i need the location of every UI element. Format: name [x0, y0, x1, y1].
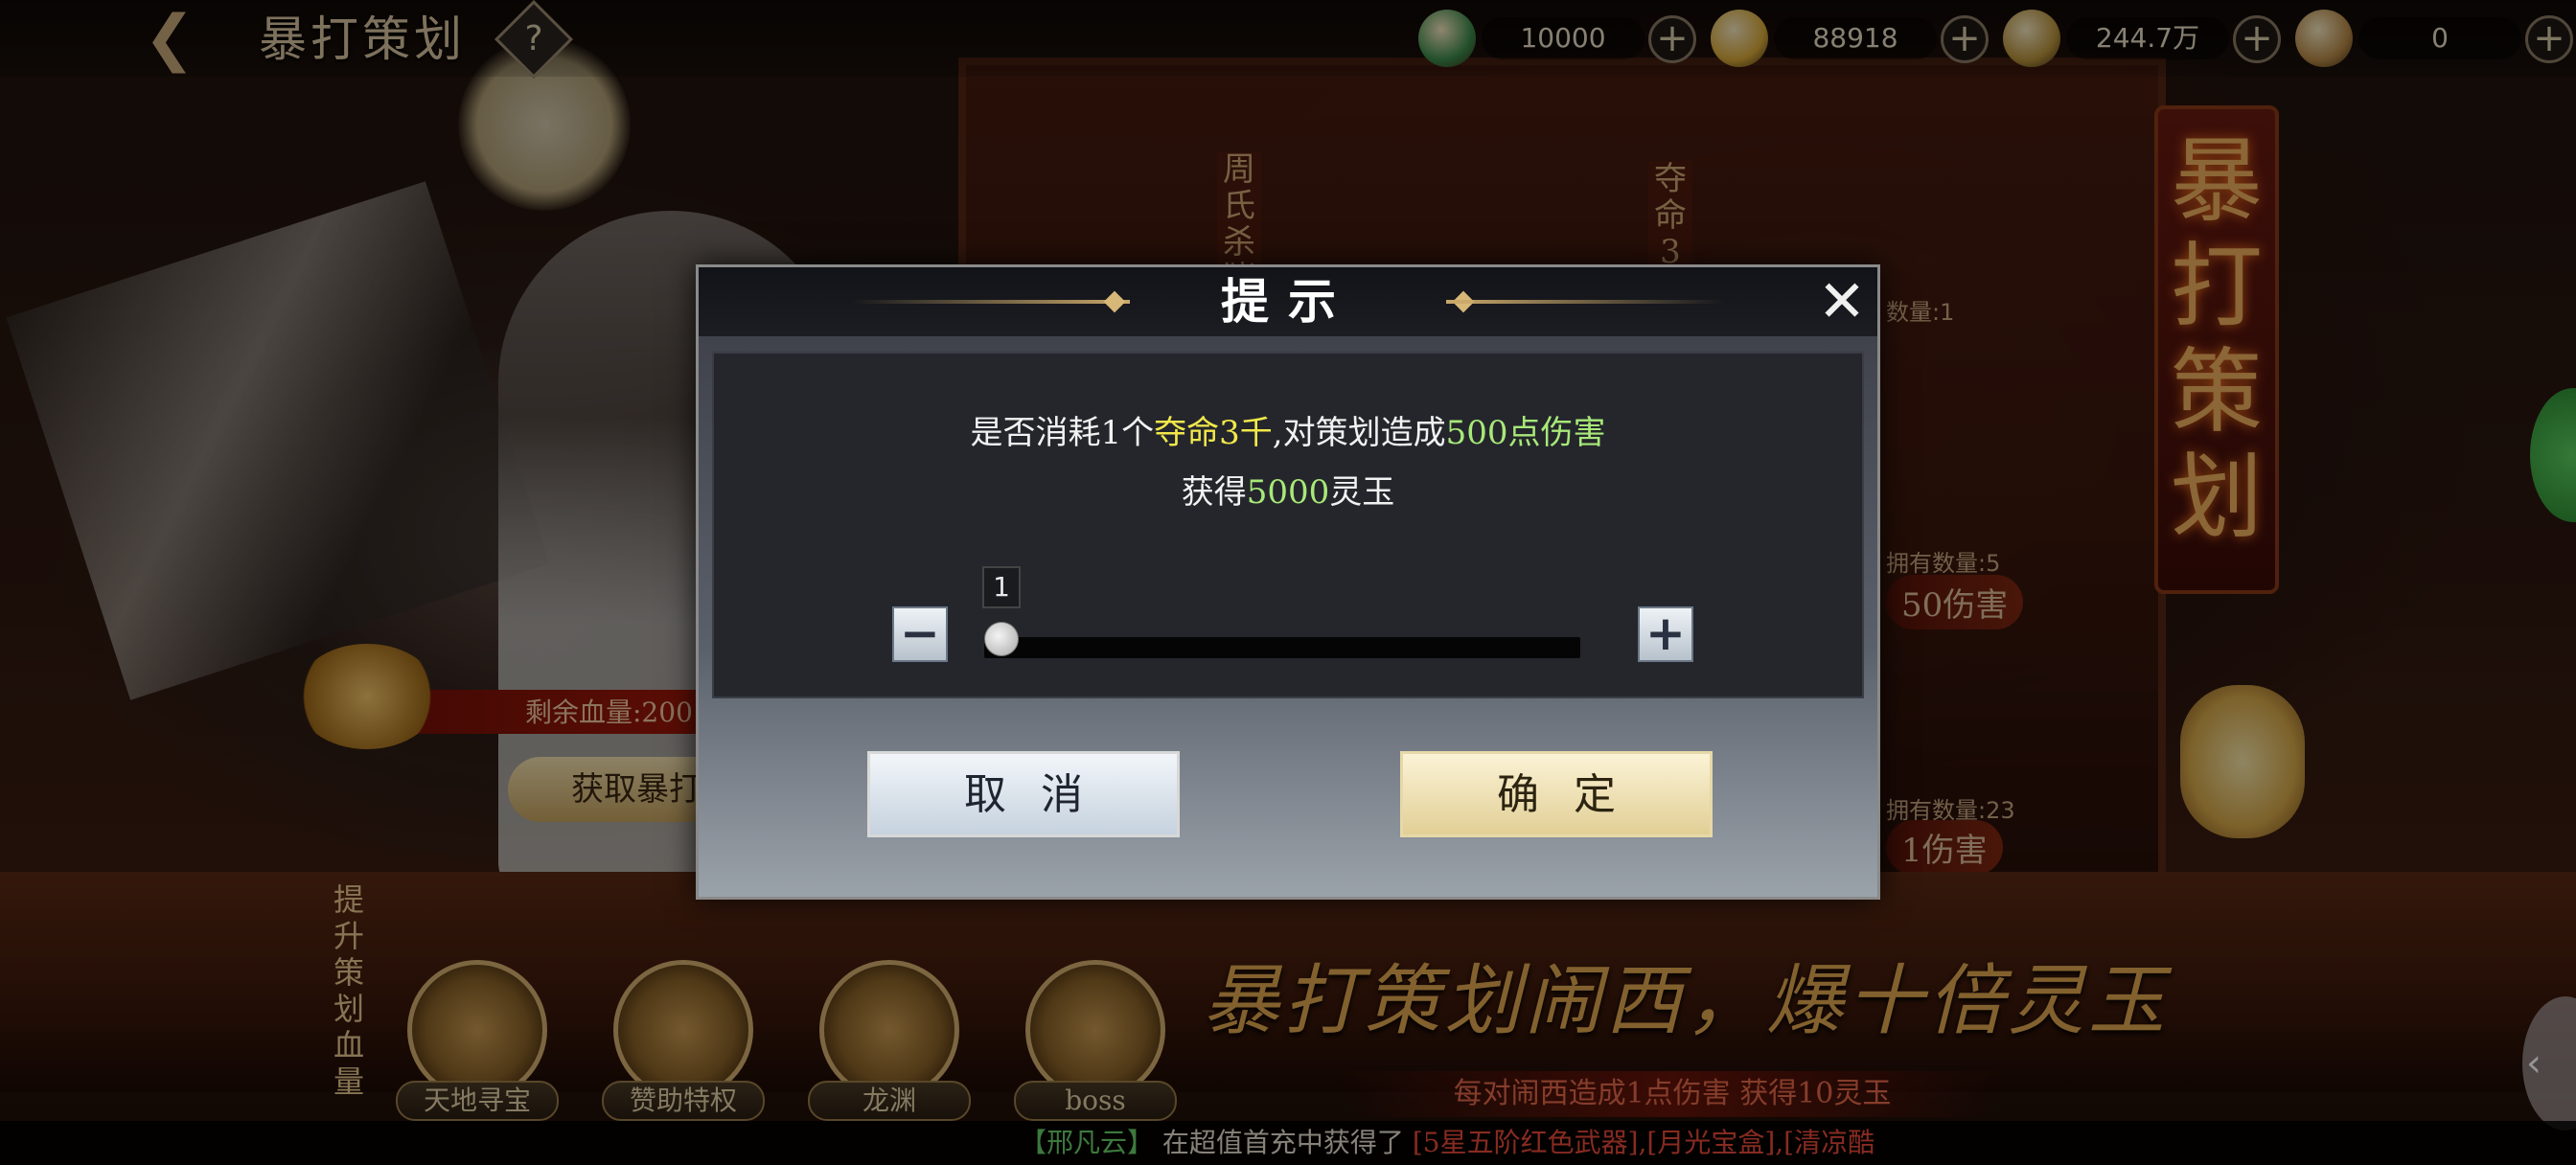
- slider-handle[interactable]: [984, 622, 1019, 656]
- confirm-button[interactable]: 确定: [1400, 751, 1713, 837]
- cancel-button[interactable]: 取消: [867, 751, 1180, 837]
- dialog-message-line1: 是否消耗1个夺命3千,对策划造成500点伤害: [714, 409, 1862, 457]
- header-ornament-dot-left: [1103, 290, 1126, 313]
- quantity-slider[interactable]: [984, 637, 1580, 658]
- dialog-body: 是否消耗1个夺命3千,对策划造成500点伤害 获得5000灵玉 1 − +: [712, 352, 1864, 698]
- message-item: 夺命3千: [1154, 414, 1273, 452]
- dialog-message-line2: 获得5000灵玉: [714, 468, 1862, 516]
- header-ornament-right: [1446, 300, 1724, 304]
- confirm-dialog: 提示 ✕ 是否消耗1个夺命3千,对策划造成500点伤害 获得5000灵玉 1 −…: [696, 264, 1880, 900]
- reward-prefix: 获得: [1181, 473, 1247, 512]
- message-part2: ,对策划造成: [1272, 414, 1446, 452]
- close-icon[interactable]: ✕: [1813, 273, 1871, 331]
- header-ornament-left: [852, 300, 1130, 304]
- decrease-quantity-button[interactable]: −: [892, 606, 948, 662]
- message-part1: 是否消耗1个: [970, 414, 1155, 452]
- quantity-value: 1: [982, 566, 1021, 608]
- game-screen: 周氏杀猪 夺命3 数量:1 拥有数量:5 50伤害 拥有数量:23 1伤害 暴打…: [0, 0, 2576, 1165]
- message-damage: 500点伤害: [1445, 414, 1606, 452]
- reward-amount: 5000: [1246, 473, 1330, 512]
- increase-quantity-button[interactable]: +: [1638, 606, 1693, 662]
- dialog-header: 提示 ✕: [699, 267, 1877, 336]
- dialog-title: 提示: [1221, 273, 1355, 330]
- reward-suffix: 灵玉: [1329, 473, 1395, 512]
